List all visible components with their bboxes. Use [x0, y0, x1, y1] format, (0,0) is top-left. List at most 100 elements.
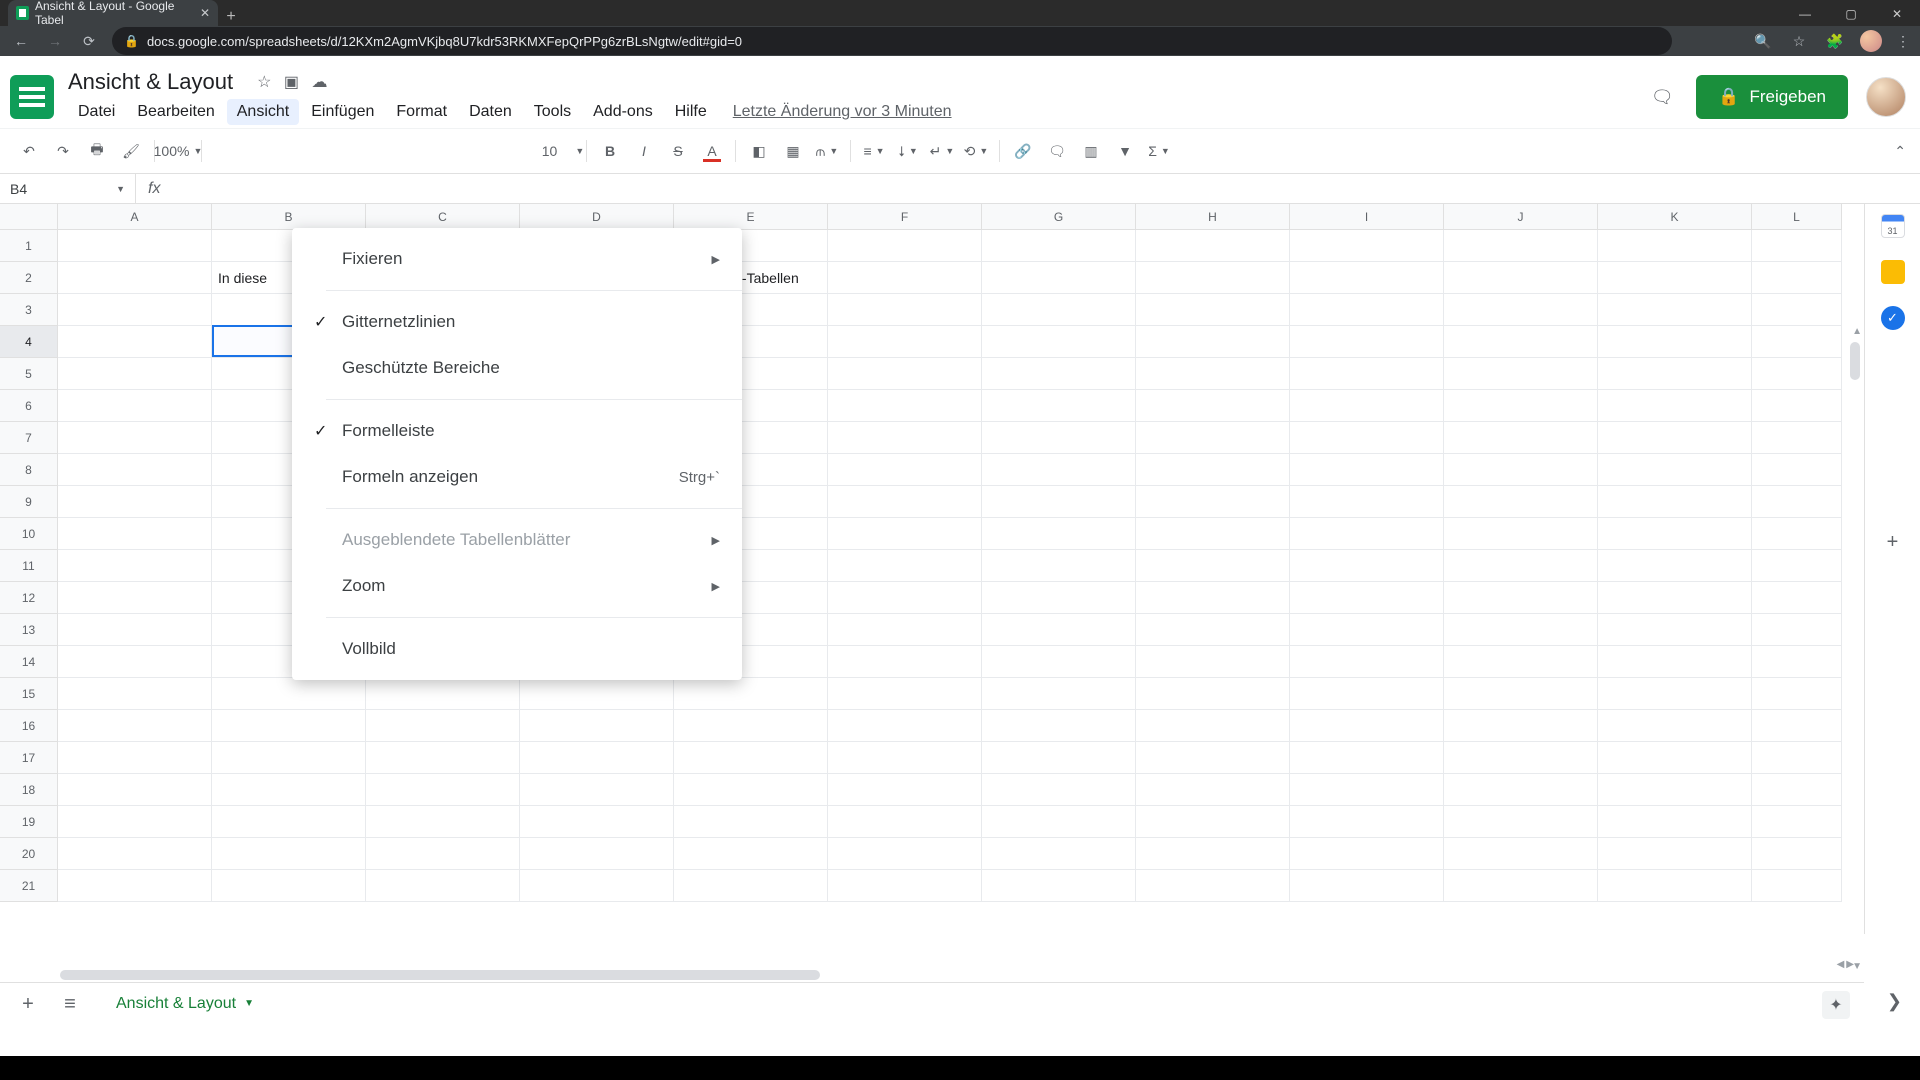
- cell[interactable]: [828, 710, 982, 742]
- bookmark-star-icon[interactable]: ☆: [1788, 33, 1810, 50]
- row-header[interactable]: 5: [0, 358, 58, 390]
- cell[interactable]: [828, 838, 982, 870]
- cell[interactable]: [674, 742, 828, 774]
- cell[interactable]: [1598, 518, 1752, 550]
- cell[interactable]: [58, 806, 212, 838]
- cell[interactable]: [982, 550, 1136, 582]
- cell[interactable]: [1290, 262, 1444, 294]
- cell[interactable]: [828, 262, 982, 294]
- cell[interactable]: [1290, 742, 1444, 774]
- cell[interactable]: [212, 774, 366, 806]
- cell[interactable]: [1290, 422, 1444, 454]
- cell[interactable]: [520, 838, 674, 870]
- name-box[interactable]: B4 ▼: [0, 174, 136, 203]
- cell[interactable]: [1444, 710, 1598, 742]
- extensions-icon[interactable]: 🧩: [1824, 33, 1846, 50]
- cell[interactable]: [1444, 230, 1598, 262]
- cell[interactable]: [366, 710, 520, 742]
- cell[interactable]: [1752, 582, 1842, 614]
- new-tab-button[interactable]: +: [218, 8, 244, 26]
- cell[interactable]: [828, 422, 982, 454]
- column-header[interactable]: F: [828, 204, 982, 230]
- menu-datei[interactable]: Datei: [68, 99, 125, 125]
- cell[interactable]: [1444, 838, 1598, 870]
- menu-bearbeiten[interactable]: Bearbeiten: [127, 99, 224, 125]
- cell[interactable]: [1136, 358, 1290, 390]
- nav-reload-icon[interactable]: ⟳: [78, 33, 100, 50]
- menu-item[interactable]: Fixieren▶: [292, 236, 742, 282]
- chrome-menu-icon[interactable]: ⋮: [1896, 33, 1910, 50]
- cell[interactable]: [1290, 390, 1444, 422]
- horizontal-align-button[interactable]: ≡▼: [859, 136, 889, 166]
- cell[interactable]: [58, 294, 212, 326]
- cell[interactable]: [982, 742, 1136, 774]
- cell[interactable]: [1598, 646, 1752, 678]
- menu-item[interactable]: ✓Gitternetzlinien: [292, 299, 742, 345]
- select-all-corner[interactable]: [0, 204, 58, 230]
- cell[interactable]: [1598, 326, 1752, 358]
- cell[interactable]: [982, 838, 1136, 870]
- cell[interactable]: [520, 774, 674, 806]
- menu-item[interactable]: Zoom▶: [292, 563, 742, 609]
- menu-addons[interactable]: Add-ons: [583, 99, 663, 125]
- menu-ansicht[interactable]: Ansicht: [227, 99, 299, 125]
- tab-close-icon[interactable]: ✕: [200, 6, 210, 20]
- cell[interactable]: [58, 422, 212, 454]
- cell[interactable]: [1444, 486, 1598, 518]
- row-header[interactable]: 13: [0, 614, 58, 646]
- window-close[interactable]: ✕: [1874, 0, 1920, 28]
- cell[interactable]: [1290, 454, 1444, 486]
- omnibox[interactable]: 🔒 docs.google.com/spreadsheets/d/12KXm2A…: [112, 27, 1672, 55]
- cell[interactable]: [1598, 582, 1752, 614]
- cell[interactable]: [1752, 870, 1842, 902]
- cell[interactable]: [520, 678, 674, 710]
- menu-item[interactable]: Geschützte Bereiche: [292, 345, 742, 391]
- text-color-button[interactable]: A: [697, 136, 727, 166]
- cell[interactable]: [1598, 390, 1752, 422]
- cell[interactable]: [1444, 774, 1598, 806]
- cell[interactable]: [58, 838, 212, 870]
- cell[interactable]: [520, 870, 674, 902]
- column-header[interactable]: H: [1136, 204, 1290, 230]
- cell[interactable]: [1752, 390, 1842, 422]
- cell[interactable]: [1290, 326, 1444, 358]
- cell[interactable]: [212, 710, 366, 742]
- cell[interactable]: [366, 678, 520, 710]
- redo-button[interactable]: ↷: [48, 136, 78, 166]
- cell[interactable]: [58, 646, 212, 678]
- cell[interactable]: [828, 646, 982, 678]
- cell[interactable]: [1752, 454, 1842, 486]
- cell[interactable]: [1136, 742, 1290, 774]
- cell[interactable]: [1290, 582, 1444, 614]
- cell[interactable]: [1598, 870, 1752, 902]
- cell[interactable]: [58, 614, 212, 646]
- share-button[interactable]: 🔒 Freigeben: [1696, 75, 1848, 119]
- cell[interactable]: [1136, 678, 1290, 710]
- cell[interactable]: [1752, 326, 1842, 358]
- cell[interactable]: [1444, 294, 1598, 326]
- cell[interactable]: [1290, 774, 1444, 806]
- row-header[interactable]: 6: [0, 390, 58, 422]
- cell[interactable]: [828, 774, 982, 806]
- cell[interactable]: [1136, 294, 1290, 326]
- cell[interactable]: [982, 582, 1136, 614]
- cell[interactable]: [1136, 582, 1290, 614]
- cell[interactable]: [674, 806, 828, 838]
- cell[interactable]: [982, 422, 1136, 454]
- cell[interactable]: [1752, 742, 1842, 774]
- cell[interactable]: [1752, 774, 1842, 806]
- cell[interactable]: [58, 230, 212, 262]
- bold-button[interactable]: B: [595, 136, 625, 166]
- cell[interactable]: [1752, 550, 1842, 582]
- window-minimize[interactable]: —: [1782, 0, 1828, 28]
- browser-tab[interactable]: Ansicht & Layout - Google Tabel ✕: [8, 0, 218, 26]
- cell[interactable]: [58, 486, 212, 518]
- cell[interactable]: [1290, 614, 1444, 646]
- cell[interactable]: [58, 518, 212, 550]
- cell[interactable]: [1598, 806, 1752, 838]
- row-header[interactable]: 21: [0, 870, 58, 902]
- cell[interactable]: [58, 774, 212, 806]
- fill-color-button[interactable]: ◧: [744, 136, 774, 166]
- cell[interactable]: [212, 678, 366, 710]
- cell[interactable]: [982, 646, 1136, 678]
